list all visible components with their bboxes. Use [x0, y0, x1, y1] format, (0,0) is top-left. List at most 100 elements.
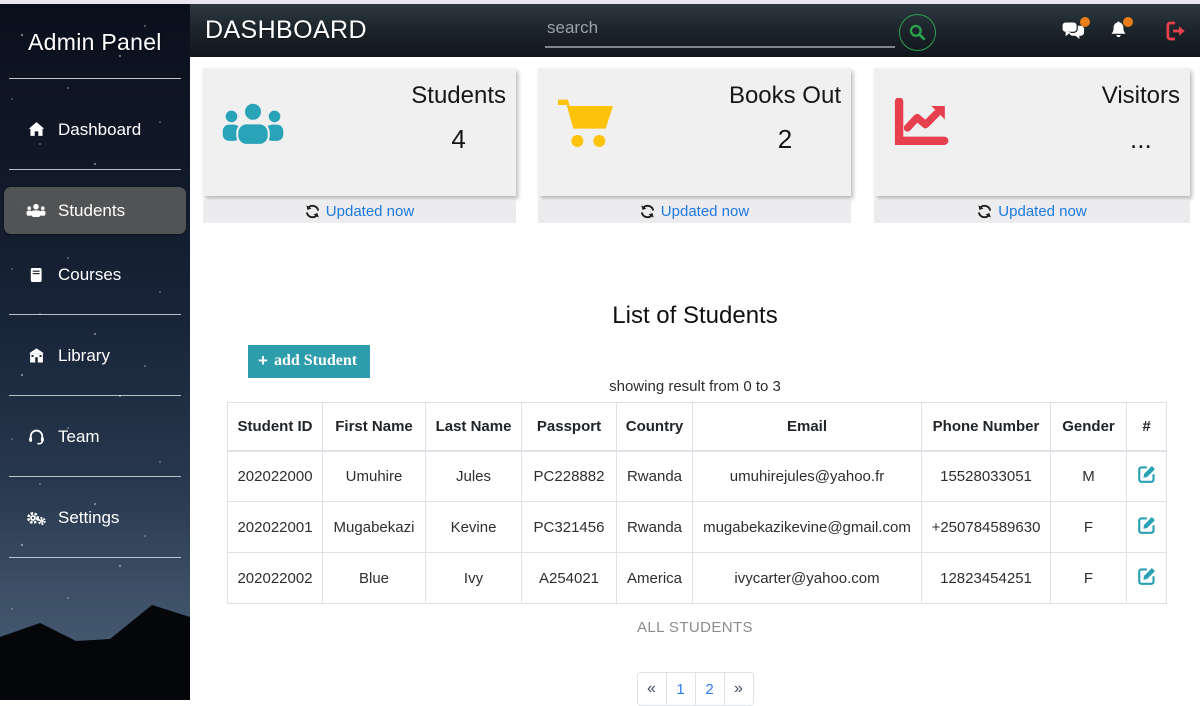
- chart-line-icon: [892, 98, 950, 155]
- brand-title: Admin Panel: [0, 4, 190, 56]
- column-header: Country: [617, 403, 693, 451]
- edit-row-button[interactable]: [1138, 567, 1156, 585]
- card-value: 4: [411, 124, 506, 155]
- column-header: First Name: [323, 403, 426, 451]
- column-header: #: [1127, 403, 1167, 451]
- cell-passport: PC321456: [522, 502, 617, 553]
- sidebar-item-courses[interactable]: Courses: [4, 251, 186, 298]
- main-content: Students 4 Books Out 2 Visitors ... Upda…: [190, 57, 1200, 700]
- cell-first-name: Umuhire: [323, 451, 426, 502]
- column-header: Student ID: [228, 403, 323, 451]
- sidebar-item-team[interactable]: Team: [4, 413, 186, 460]
- card-value: 2: [729, 124, 841, 155]
- edit-icon: [1138, 465, 1156, 483]
- pagination-prev[interactable]: «: [637, 672, 667, 706]
- search-input[interactable]: [545, 12, 895, 48]
- divider: [9, 476, 181, 477]
- table-row: 202022000 Umuhire Jules PC228882 Rwanda …: [228, 451, 1167, 502]
- divider: [9, 78, 181, 79]
- cell-country: Rwanda: [617, 451, 693, 502]
- column-header: Gender: [1051, 403, 1127, 451]
- card-footer-refresh[interactable]: Updated now: [874, 200, 1190, 223]
- edit-icon: [1138, 516, 1156, 534]
- stat-card-visitors[interactable]: Visitors ...: [874, 68, 1190, 196]
- users-icon: [26, 203, 46, 218]
- card-footer-label: Updated now: [998, 203, 1086, 220]
- sidebar-item-label: Team: [58, 427, 100, 447]
- topbar: DASHBOARD: [190, 4, 1200, 57]
- divider: [9, 169, 181, 170]
- column-header: Phone Number: [922, 403, 1051, 451]
- pagination: « 1 2 »: [190, 672, 1200, 706]
- top-edge-strip: [0, 0, 1200, 4]
- stat-card-books-out[interactable]: Books Out 2: [538, 68, 851, 196]
- cell-phone: 15528033051: [922, 451, 1051, 502]
- cell-last-name: Jules: [426, 451, 522, 502]
- refresh-icon: [640, 204, 655, 219]
- page-title: DASHBOARD: [205, 16, 367, 45]
- cell-email: umuhirejules@yahoo.fr: [693, 451, 922, 502]
- sidebar-item-label: Courses: [58, 265, 121, 285]
- pagination-page-1[interactable]: 1: [666, 672, 696, 706]
- add-student-label: add Student: [274, 352, 357, 370]
- search-field-wrap: [545, 12, 895, 48]
- sidebar-menu: Dashboard Students Courses Library: [0, 106, 190, 558]
- edit-row-button[interactable]: [1138, 465, 1156, 483]
- card-footer-label: Updated now: [326, 203, 414, 220]
- showing-result-text: showing result from 0 to 3: [190, 378, 1200, 395]
- school-icon: [26, 347, 46, 364]
- search-icon: [908, 23, 927, 42]
- refresh-icon: [305, 204, 320, 219]
- pagination-next[interactable]: »: [724, 672, 754, 706]
- table-row: 202022002 Blue Ivy A254021 America ivyca…: [228, 553, 1167, 604]
- edit-row-button[interactable]: [1138, 516, 1156, 534]
- card-value: ...: [1102, 124, 1180, 155]
- all-students-label: ALL STUDENTS: [190, 619, 1200, 636]
- sidebar-item-dashboard[interactable]: Dashboard: [4, 106, 186, 153]
- cell-passport: PC228882: [522, 451, 617, 502]
- cell-student-id: 202022001: [228, 502, 323, 553]
- stat-card-students[interactable]: Students 4: [203, 68, 516, 196]
- cell-first-name: Blue: [323, 553, 426, 604]
- logout-button[interactable]: [1166, 21, 1186, 41]
- cell-email: mugabekazikevine@gmail.com: [693, 502, 922, 553]
- cell-phone: 12823454251: [922, 553, 1051, 604]
- gears-icon: [26, 510, 46, 526]
- sidebar-item-label: Settings: [58, 508, 119, 528]
- cell-student-id: 202022000: [228, 451, 323, 502]
- notification-badge: [1123, 17, 1133, 27]
- cell-student-id: 202022002: [228, 553, 323, 604]
- plus-icon: +: [258, 351, 268, 371]
- sidebar-item-library[interactable]: Library: [4, 332, 186, 379]
- users-icon: [221, 100, 285, 153]
- home-icon: [26, 121, 46, 138]
- search-button[interactable]: [899, 14, 936, 51]
- divider: [9, 314, 181, 315]
- divider: [9, 557, 181, 558]
- divider: [9, 395, 181, 396]
- notification-badge: [1080, 17, 1090, 27]
- add-student-button[interactable]: + add Student: [248, 345, 370, 378]
- cell-gender: F: [1051, 502, 1127, 553]
- notifications-button[interactable]: [1109, 21, 1128, 41]
- card-title: Visitors: [1102, 82, 1180, 110]
- sidebar-item-label: Students: [58, 201, 125, 221]
- refresh-icon: [977, 204, 992, 219]
- sidebar-item-label: Dashboard: [58, 120, 141, 140]
- card-footer-refresh[interactable]: Updated now: [538, 200, 851, 223]
- table-row: 202022001 Mugabekazi Kevine PC321456 Rwa…: [228, 502, 1167, 553]
- cell-phone: +250784589630: [922, 502, 1051, 553]
- table-header: Student ID First Name Last Name Passport…: [228, 403, 1167, 451]
- column-header: Last Name: [426, 403, 522, 451]
- card-footer-refresh[interactable]: Updated now: [203, 200, 516, 223]
- messages-button[interactable]: [1061, 21, 1085, 40]
- cart-icon: [556, 96, 616, 155]
- sidebar-item-students[interactable]: Students: [4, 187, 186, 234]
- sidebar-item-label: Library: [58, 346, 110, 366]
- pagination-page-2[interactable]: 2: [695, 672, 725, 706]
- book-icon: [26, 267, 46, 283]
- sidebar: Admin Panel Dashboard Students Courses: [0, 4, 190, 700]
- headset-icon: [26, 428, 46, 445]
- sidebar-item-settings[interactable]: Settings: [4, 494, 186, 541]
- cell-passport: A254021: [522, 553, 617, 604]
